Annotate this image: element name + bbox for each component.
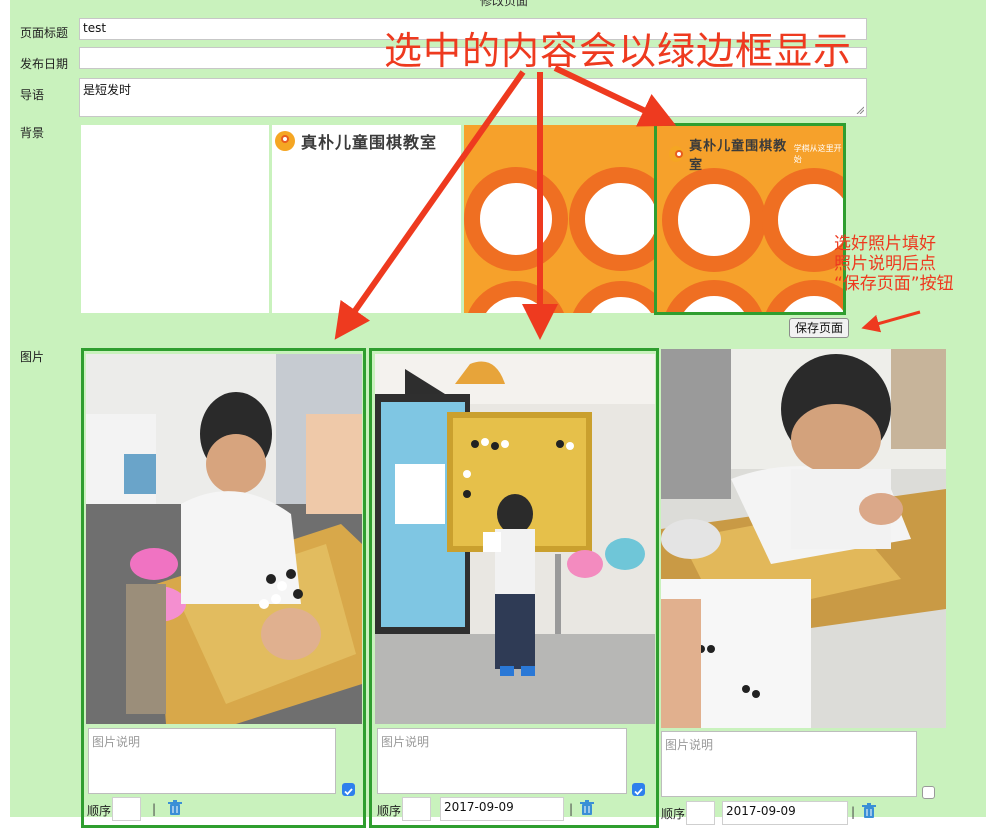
arrow-to-save <box>861 310 921 333</box>
annotation-side: 选好照片填好 照片说明后点 “保存页面”按钮 <box>834 234 954 294</box>
arrow-to-background <box>553 65 677 127</box>
page: 修改页面 页面标题 test 发布日期 导语 是短发时 背景 真朴儿童围棋教室 … <box>0 0 1000 828</box>
annotation-arrows <box>334 65 921 340</box>
arrow-to-photo-1 <box>334 70 526 340</box>
annotation-main: 选中的内容会以绿边框显示 <box>384 29 853 73</box>
